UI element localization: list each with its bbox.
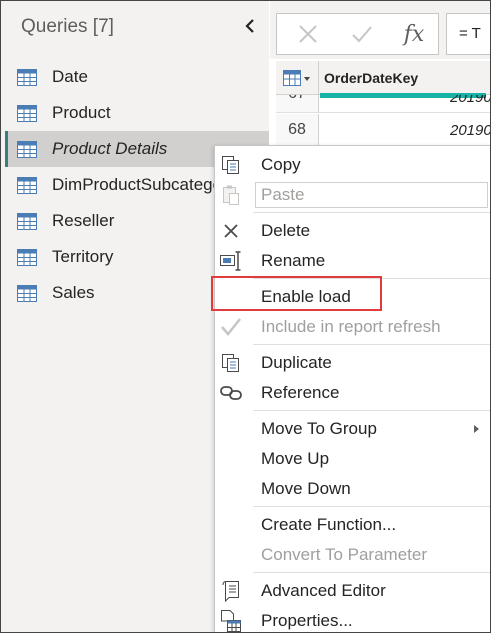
table-menu-icon: [283, 70, 310, 86]
menu-label: Move Down: [261, 479, 351, 498]
menu-label: Enable load: [261, 287, 351, 306]
formula-bar: fx = T: [270, 1, 491, 59]
query-label: Product Details: [52, 139, 168, 158]
properties-icon: [218, 610, 244, 632]
table-icon: [17, 285, 37, 302]
menu-separator: [253, 278, 491, 279]
row-number: 68: [276, 114, 319, 145]
table-icon: [17, 69, 37, 86]
menu-item-move-up[interactable]: Move Up: [215, 444, 491, 474]
menu-item-enable-load[interactable]: Enable load: [215, 282, 491, 312]
menu-label: Create Function...: [261, 515, 397, 534]
close-icon: [299, 25, 317, 43]
queries-title: Queries [7]: [21, 16, 114, 37]
menu-label: Delete: [261, 221, 311, 240]
menu-label: Move To Group: [261, 419, 377, 438]
chevron-left-icon: [245, 19, 254, 33]
query-label: Product: [52, 103, 111, 122]
menu-label: Paste: [261, 185, 305, 204]
copy-icon: [218, 154, 244, 176]
menu-label: Properties...: [261, 611, 353, 630]
menu-item-copy[interactable]: Copy: [215, 150, 491, 180]
menu-label: Move Up: [261, 449, 330, 468]
menu-item-reference[interactable]: Reference: [215, 378, 491, 408]
paste-icon: [218, 184, 244, 206]
menu-separator: [253, 572, 491, 573]
query-label: DimProductSubcategory: [52, 175, 237, 194]
collapse-pane-button[interactable]: [239, 15, 261, 37]
advanced-editor-icon: [218, 580, 244, 603]
menu-item-include-in-report-refresh[interactable]: Include in report refresh: [215, 312, 491, 342]
menu-item-move-to-group[interactable]: Move To Group: [215, 414, 491, 444]
rename-icon: [218, 250, 244, 272]
context-menu: Copy Paste Delete Rename Enable load Inc…: [214, 145, 491, 633]
menu-item-advanced-editor[interactable]: Advanced Editor: [215, 576, 491, 606]
commit-formula-button[interactable]: [337, 14, 387, 54]
check-icon: [218, 316, 244, 338]
chevron-right-icon: [474, 425, 479, 433]
menu-item-delete[interactable]: Delete: [215, 216, 491, 246]
menu-item-properties[interactable]: Properties...: [215, 606, 491, 633]
table-icon: [17, 177, 37, 194]
cell-value[interactable]: 20190: [450, 122, 491, 139]
menu-separator: [253, 344, 491, 345]
menu-item-paste[interactable]: Paste: [215, 180, 491, 210]
table-icon: [17, 141, 37, 158]
formula-input[interactable]: = T: [446, 13, 491, 55]
table-icon: [17, 249, 37, 266]
menu-item-create-function[interactable]: Create Function...: [215, 510, 491, 540]
delete-icon: [218, 220, 244, 242]
menu-item-rename[interactable]: Rename: [215, 246, 491, 276]
menu-label: Convert To Parameter: [261, 545, 427, 564]
query-label: Reseller: [52, 211, 115, 230]
table-icon: [17, 105, 37, 122]
reference-icon: [218, 382, 244, 404]
menu-label: Rename: [261, 251, 326, 270]
insert-function-button[interactable]: fx: [389, 14, 439, 54]
grid-header: OrderDateKey: [276, 61, 490, 98]
query-item-product[interactable]: Product: [5, 95, 269, 131]
formula-button-group: fx: [276, 13, 439, 55]
menu-label: Include in report refresh: [261, 317, 441, 336]
duplicate-icon: [218, 352, 244, 374]
data-grid: OrderDateKey 67 20190 68 20190: [276, 61, 491, 151]
menu-separator: [253, 410, 491, 411]
query-label: Sales: [52, 283, 95, 302]
menu-item-convert-to-parameter[interactable]: Convert To Parameter: [215, 540, 491, 570]
fx-icon: fx: [403, 21, 425, 47]
query-label: Date: [52, 67, 88, 86]
menu-separator: [253, 212, 491, 213]
check-icon: [352, 26, 372, 43]
menu-label: Advanced Editor: [261, 581, 386, 600]
menu-item-move-down[interactable]: Move Down: [215, 474, 491, 504]
cell-value[interactable]: 20190: [450, 95, 490, 106]
row-number: 67: [276, 95, 319, 112]
menu-label: Copy: [261, 155, 301, 174]
query-label: Territory: [52, 247, 114, 266]
column-header-orderdatekey[interactable]: OrderDateKey: [324, 70, 418, 86]
menu-label: Duplicate: [261, 353, 332, 372]
cancel-formula-button[interactable]: [283, 14, 333, 54]
menu-label: Reference: [261, 383, 340, 402]
table-icon: [17, 213, 37, 230]
table-row: 68 20190: [276, 114, 491, 146]
query-item-date[interactable]: Date: [5, 59, 269, 95]
table-row: 67 20190: [276, 95, 490, 113]
menu-separator: [253, 506, 491, 507]
table-menu-button[interactable]: [276, 61, 319, 95]
menu-item-duplicate[interactable]: Duplicate: [215, 348, 491, 378]
